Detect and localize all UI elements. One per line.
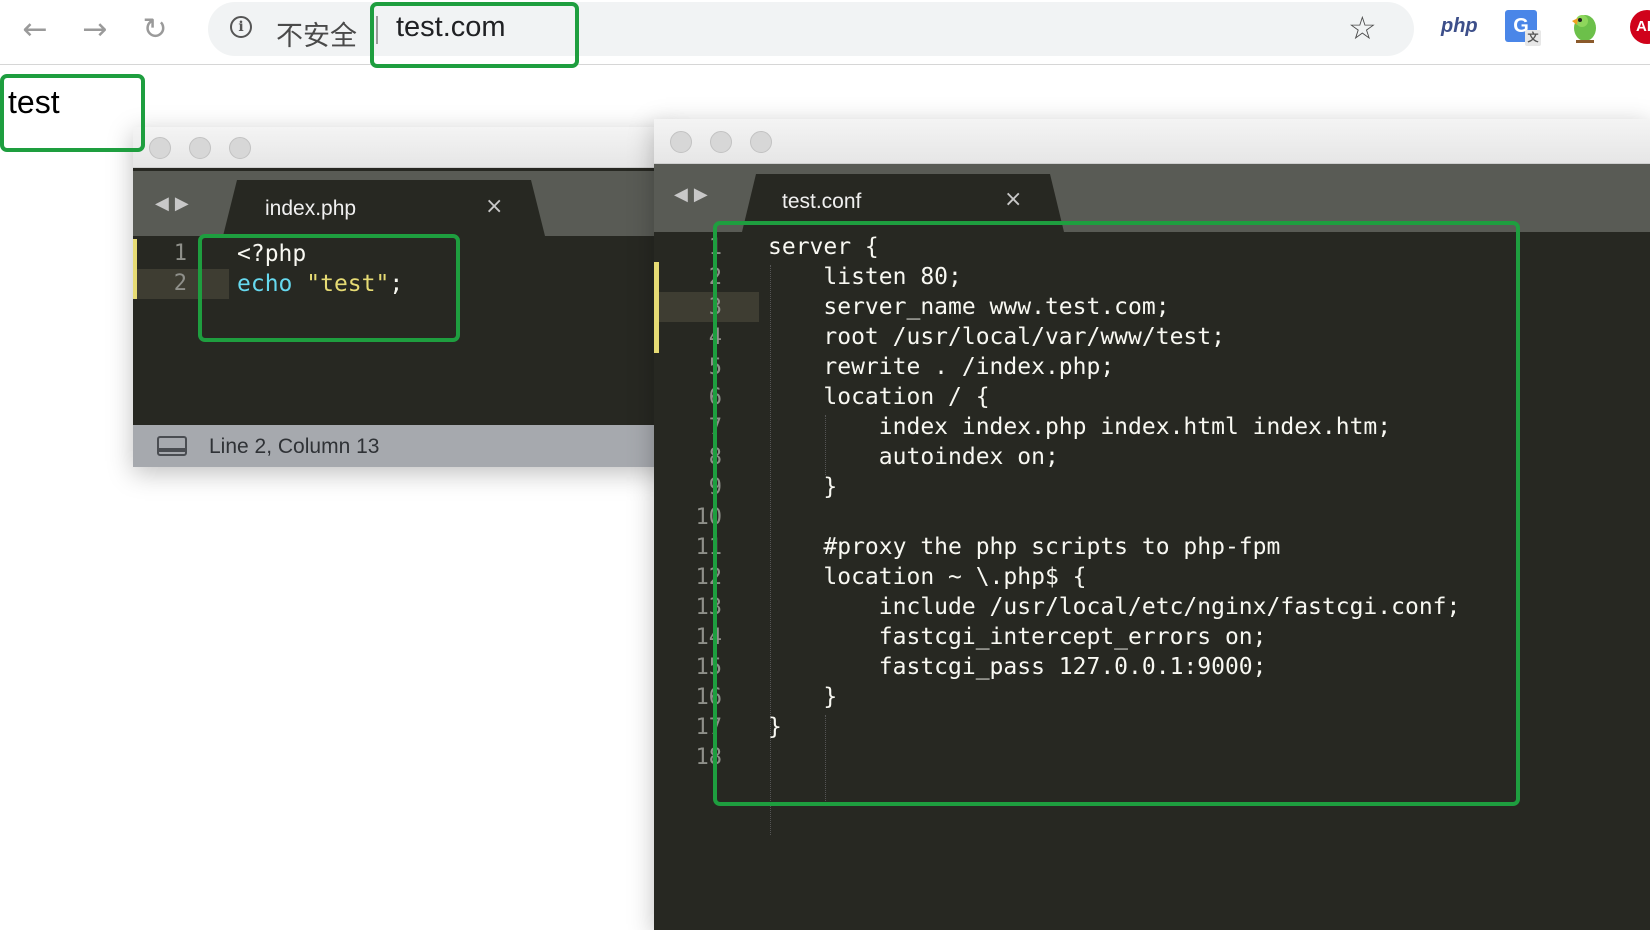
line-number: 1 xyxy=(173,241,187,266)
tab-strip: ◀▶ test.conf × xyxy=(654,164,1650,232)
code-area[interactable]: <?php echo "test"; xyxy=(237,239,403,299)
code-line: server_name www.test.com; xyxy=(768,294,1170,320)
tab-label: test.conf xyxy=(782,190,862,213)
code-line: autoindex on; xyxy=(768,444,1059,470)
close-icon[interactable]: × xyxy=(1004,187,1022,212)
code-line: echo "test"; xyxy=(237,269,403,299)
minimize-window-button[interactable] xyxy=(710,131,732,153)
arrow-right-icon[interactable]: → xyxy=(78,12,112,47)
zoom-window-button[interactable] xyxy=(750,131,772,153)
code-line: index index.php index.html index.htm; xyxy=(768,414,1392,440)
address-bar[interactable]: i 不安全 test.com ☆ xyxy=(208,2,1414,56)
code-line: } xyxy=(768,474,838,500)
line-number: 2 xyxy=(708,265,722,290)
code-line: location ~ \.php$ { xyxy=(768,564,1087,590)
php-extension-icon[interactable]: php xyxy=(1441,15,1478,38)
code-line: fastcgi_intercept_errors on; xyxy=(768,624,1267,650)
code-line: } xyxy=(768,714,782,740)
line-number: 16 xyxy=(695,685,723,710)
close-icon[interactable]: × xyxy=(485,194,503,219)
window-titlebar xyxy=(654,119,1650,164)
url-text[interactable]: test.com xyxy=(396,11,506,44)
line-number: 17 xyxy=(695,715,723,740)
editor-window-index-php: ◀▶ index.php × 12 <?php echo "test"; Line… xyxy=(133,127,673,467)
adblock-icon[interactable]: ABP xyxy=(1630,10,1650,44)
code-line: server { xyxy=(768,234,879,260)
code-line: <?php xyxy=(237,239,403,269)
security-label[interactable]: 不安全 xyxy=(276,14,357,53)
line-number: 10 xyxy=(695,505,723,530)
window-titlebar xyxy=(133,127,673,168)
code-line: fastcgi_pass 127.0.0.1:9000; xyxy=(768,654,1267,680)
code-line: location / { xyxy=(768,384,990,410)
tab-index-php[interactable]: index.php × xyxy=(223,180,545,236)
code-line: listen 80; xyxy=(768,264,962,290)
url-separator xyxy=(376,16,378,44)
browser-toolbar: ← → ↻ i 不安全 test.com ☆ php G文 ABP xyxy=(0,0,1650,65)
status-bar: Line 2, Column 13 xyxy=(133,425,673,467)
page-output-text: test xyxy=(8,84,60,120)
line-number: 14 xyxy=(695,625,723,650)
code-token: ; xyxy=(389,271,404,297)
code-line: root /usr/local/var/www/test; xyxy=(768,324,1225,350)
reload-icon[interactable]: ↻ xyxy=(138,12,172,47)
code-token: "test" xyxy=(306,271,390,297)
line-number: 8 xyxy=(708,445,722,470)
code-line: } xyxy=(768,684,838,710)
tab-test-conf[interactable]: test.conf × xyxy=(742,174,1064,232)
code-token: <?php xyxy=(237,241,307,267)
arrow-left-icon[interactable]: ← xyxy=(18,12,52,47)
panel-toggle-icon[interactable] xyxy=(157,436,187,456)
line-number: 11 xyxy=(695,535,723,560)
google-translate-icon[interactable]: G文 xyxy=(1505,10,1541,46)
line-number: 9 xyxy=(708,475,722,500)
code-token: echo xyxy=(237,271,293,297)
line-number: 18 xyxy=(695,745,723,770)
line-number: 5 xyxy=(708,355,722,380)
zoom-window-button[interactable] xyxy=(229,137,251,159)
line-number: 1 xyxy=(708,235,722,260)
minimize-window-button[interactable] xyxy=(189,137,211,159)
line-number-gutter: 1 2 3 4 5 6 7 8 9 10 11 12 13 14 15 16 17 18 xyxy=(678,233,723,773)
info-icon[interactable]: i xyxy=(230,16,252,38)
translate-badge: 文 xyxy=(1525,30,1541,46)
line-number: 12 xyxy=(695,565,723,590)
parrot-extension-icon[interactable] xyxy=(1568,8,1602,44)
tab-nav-arrows-icon[interactable]: ◀▶ xyxy=(674,184,714,205)
tab-nav-arrows-icon[interactable]: ◀▶ xyxy=(155,193,195,214)
line-number: 3 xyxy=(708,295,722,320)
code-line: rewrite . /index.php; xyxy=(768,354,1115,380)
close-window-button[interactable] xyxy=(149,137,171,159)
line-number: 7 xyxy=(708,415,722,440)
line-number: 15 xyxy=(695,655,723,680)
line-number: 13 xyxy=(695,595,723,620)
code-line: #proxy the php scripts to php-fpm xyxy=(768,534,1281,560)
line-number-gutter: 12 xyxy=(157,239,187,299)
editor-window-test-conf: ◀▶ test.conf × 1 2 3 4 5 6 7 8 9 10 11 12 13 14 15 16 17… xyxy=(654,119,1650,930)
tab-strip: ◀▶ index.php × xyxy=(133,171,673,236)
code-line: include /usr/local/etc/nginx/fastcgi.con… xyxy=(768,594,1461,620)
code-area[interactable]: server { listen 80; server_name www.test… xyxy=(768,232,1460,772)
line-number: 4 xyxy=(708,325,722,350)
tab-label: index.php xyxy=(265,197,357,220)
line-number: 6 xyxy=(708,385,722,410)
star-icon[interactable]: ☆ xyxy=(1348,9,1377,47)
cursor-position: Line 2, Column 13 xyxy=(209,435,380,458)
close-window-button[interactable] xyxy=(670,131,692,153)
line-number: 2 xyxy=(173,271,187,296)
